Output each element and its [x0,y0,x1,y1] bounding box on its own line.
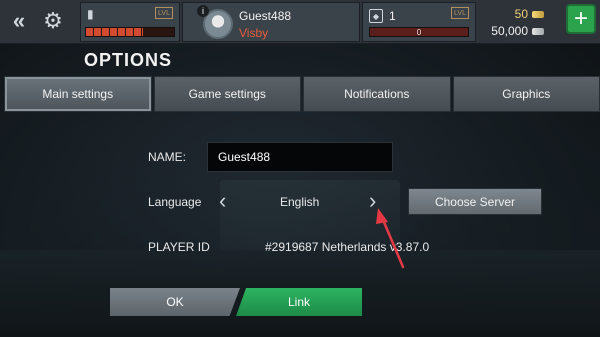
language-next-icon[interactable]: › [369,190,376,212]
gear-icon[interactable]: ⚙ [40,8,66,34]
info-icon[interactable]: i [197,5,209,17]
rank-lvl-badge: LVL [451,7,469,19]
energy-bar-fill [86,28,144,36]
tab-graphics[interactable]: Graphics [452,76,600,112]
choose-server-button[interactable]: Choose Server [408,188,542,215]
silver-amount-text: 50,000 [491,24,528,38]
player-id-value: #2919687 Netherlands v3.87.0 [265,240,430,254]
currency-panel: 50 50,000 [478,2,562,42]
tab-bar: Main settings Game settings Notification… [4,76,600,112]
link-button[interactable]: Link [236,288,362,316]
silver-ingot-icon [532,27,544,35]
profile-panel[interactable]: i Guest488 Visby [182,2,360,42]
language-label: Language [148,195,202,209]
page-title: OPTIONS [84,50,173,70]
gold-amount-text: 50 [514,7,528,21]
energy-lvl-badge: LVL [155,7,173,19]
tab-notifications[interactable]: Notifications [303,76,451,112]
gold-amount: 50 [515,7,544,21]
language-prev-icon[interactable]: ‹ [219,190,226,212]
rank-panel[interactable]: ◆ 1 LVL 0 [362,2,476,42]
top-bar: « ⚙ ▮ LVL i Guest488 Visby ◆ 1 LVL 0 50 … [0,0,600,44]
battery-icon: ▮ [87,7,94,21]
language-value: English [280,195,320,209]
rank-level: 1 [389,9,396,23]
add-currency-button[interactable]: + [566,4,596,34]
name-label: NAME: [148,150,187,164]
gold-ingot-icon [532,10,544,18]
energy-bar [85,27,175,37]
back-icon[interactable]: « [6,8,32,34]
tab-game-settings[interactable]: Game settings [153,76,301,112]
tab-main-settings[interactable]: Main settings [4,76,152,112]
profile-username: Guest488 [239,9,292,23]
profile-location: Visby [239,26,269,40]
ok-button[interactable]: OK [110,288,240,316]
name-field[interactable]: Guest488 [207,142,393,172]
silver-amount: 50,000 [491,24,544,38]
energy-panel[interactable]: ▮ LVL [80,2,180,42]
player-id-label: PLAYER ID [148,240,210,254]
shield-icon: ◆ [369,9,383,23]
rank-progress: 0 [369,27,469,37]
